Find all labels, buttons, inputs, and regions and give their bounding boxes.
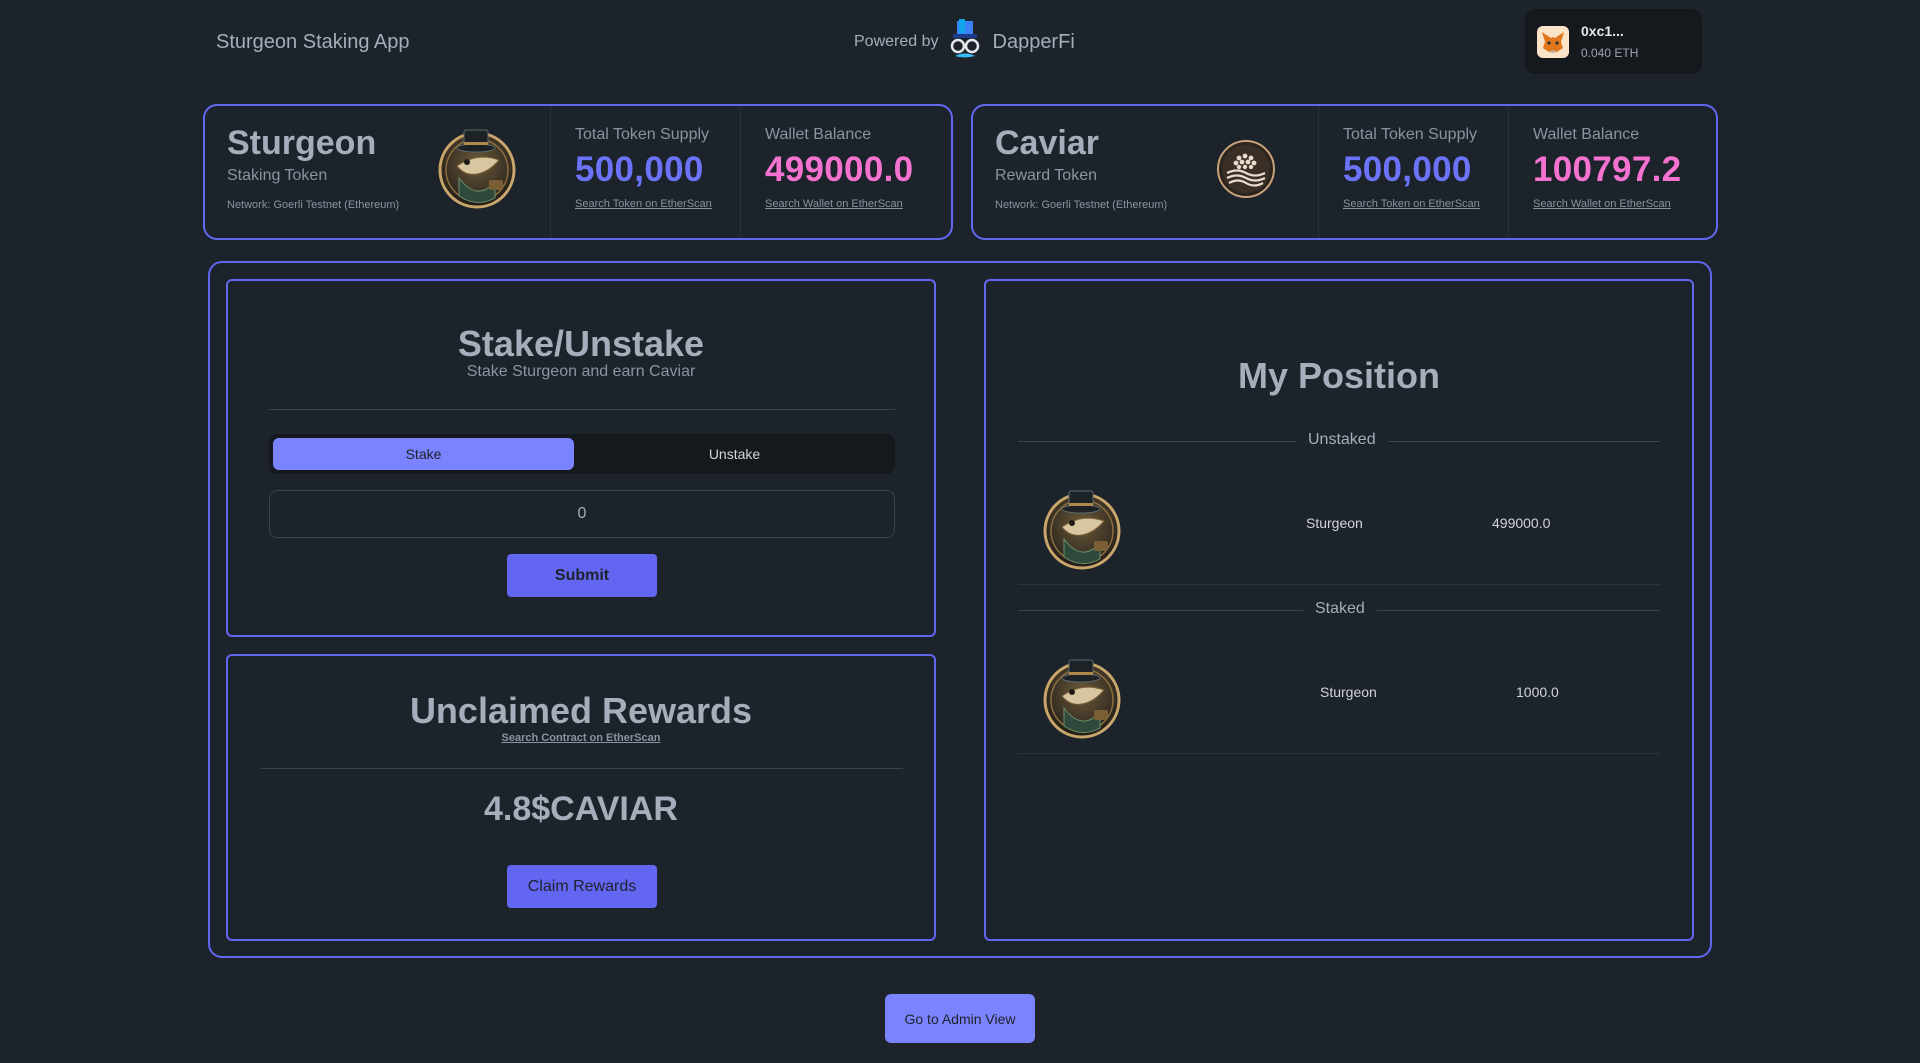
sturgeon-coin-icon [437, 126, 517, 215]
token-network: Network: Goerli Testnet (Ethereum) [227, 199, 400, 211]
position-token: Sturgeon [1320, 684, 1377, 700]
admin-view-button[interactable]: Go to Admin View [885, 994, 1035, 1043]
staked-row: Sturgeon 1000.0 [1018, 634, 1660, 754]
wallet-connect-button[interactable]: 0xc1... 0.040 ETH [1525, 9, 1702, 74]
token-supply-stat: Total Token Supply 500,000 Search Token … [550, 106, 740, 238]
sturgeon-coin-icon [1042, 487, 1122, 576]
powered-by-label: Powered by [854, 33, 939, 50]
claim-rewards-button[interactable]: Claim Rewards [507, 865, 657, 908]
balance-value: 100797.2 [1533, 150, 1682, 189]
rewards-title: Unclaimed Rewards [409, 690, 753, 731]
sturgeon-coin-icon [1042, 656, 1122, 745]
search-contract-link[interactable]: Search Contract on EtherScan [228, 732, 934, 744]
token-name: Caviar [995, 124, 1099, 162]
stake-mode-toggle: Stake Unstake [269, 434, 895, 474]
search-wallet-link[interactable]: Search Wallet on EtherScan [1533, 198, 1716, 210]
supply-label: Total Token Supply [1343, 126, 1478, 143]
balance-value: 499000.0 [765, 150, 914, 189]
unstaked-row: Sturgeon 499000.0 [1018, 465, 1660, 585]
position-panel: My Position Unstaked Sturgeon 499000.0 S… [984, 279, 1694, 941]
position-token: Sturgeon [1306, 515, 1363, 531]
unstaked-label: Unstaked [1296, 431, 1388, 449]
powered-by: Powered by DapperFi [854, 18, 1075, 62]
balance-label: Wallet Balance [765, 126, 872, 143]
tab-unstake[interactable]: Unstake [578, 438, 891, 470]
stake-panel: Stake/Unstake Stake Sturgeon and earn Ca… [226, 279, 936, 637]
supply-value: 500,000 [575, 150, 704, 189]
stake-subtitle: Stake Sturgeon and earn Caviar [466, 363, 696, 380]
token-supply-stat: Total Token Supply 500,000 Search Token … [1318, 106, 1508, 238]
supply-value: 500,000 [1343, 150, 1472, 189]
search-token-link[interactable]: Search Token on EtherScan [575, 198, 740, 210]
stake-amount-input[interactable] [269, 490, 895, 538]
wallet-address: 0xc1... [1581, 23, 1624, 39]
search-token-link[interactable]: Search Token on EtherScan [1343, 198, 1508, 210]
wallet-balance-stat: Wallet Balance 100797.2 Search Wallet on… [1508, 106, 1716, 238]
app-title: Sturgeon Staking App [216, 31, 410, 53]
dapperfi-logo-icon [945, 18, 985, 66]
caviar-token-card: Caviar Reward Token Network: Goerli Test… [971, 104, 1718, 240]
metamask-fox-icon [1537, 25, 1569, 58]
unclaimed-amount: 4.8$CAVIAR [484, 790, 678, 828]
divider [261, 768, 903, 769]
position-amount: 499000.0 [1492, 515, 1551, 531]
token-network: Network: Goerli Testnet (Ethereum) [995, 199, 1168, 211]
wallet-balance-stat: Wallet Balance 499000.0 Search Wallet on… [740, 106, 951, 238]
balance-label: Wallet Balance [1533, 126, 1640, 143]
token-name: Sturgeon [227, 124, 377, 162]
stake-title: Stake/Unstake [457, 323, 705, 364]
position-amount: 1000.0 [1516, 684, 1559, 700]
supply-label: Total Token Supply [575, 126, 710, 143]
staked-label: Staked [1303, 600, 1377, 618]
divider [269, 409, 895, 410]
search-wallet-link[interactable]: Search Wallet on EtherScan [765, 198, 951, 210]
sturgeon-token-card: Sturgeon Staking Token Network: Goerli T… [203, 104, 953, 240]
wallet-eth-balance: 0.040 ETH [1581, 46, 1639, 60]
rewards-panel: Unclaimed Rewards Search Contract on Eth… [226, 654, 936, 941]
submit-button[interactable]: Submit [507, 554, 657, 597]
caviar-coin-icon [1217, 140, 1275, 203]
position-title: My Position [1237, 355, 1440, 396]
app-header: Sturgeon Staking App Powered by DapperFi [0, 0, 1920, 86]
brand-name: DapperFi [992, 30, 1075, 53]
tab-stake[interactable]: Stake [273, 438, 574, 470]
token-role: Reward Token [995, 167, 1097, 184]
token-role: Staking Token [227, 167, 328, 184]
